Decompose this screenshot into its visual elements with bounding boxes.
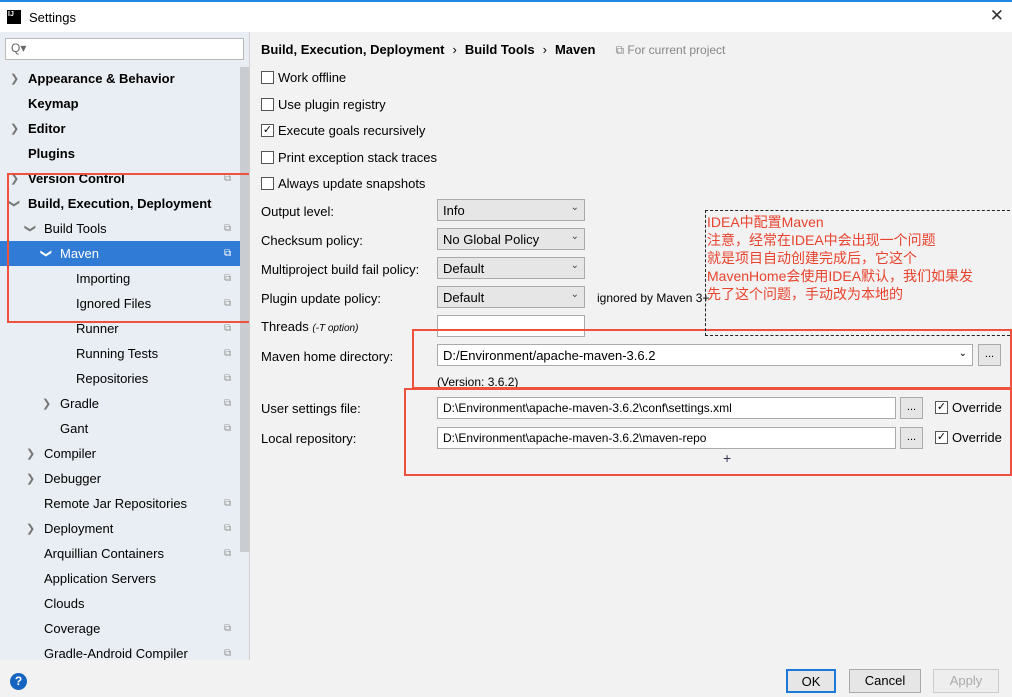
sidebar-item[interactable]: Arquillian Containers ⧉ [0, 541, 240, 566]
maven-home-label: Maven home directory: [261, 349, 394, 364]
project-scope-icon: ⧉ [224, 648, 232, 659]
sidebar-item-label: Arquillian Containers [44, 546, 164, 561]
chevron-down-icon: ⌄ [570, 231, 579, 242]
chevron-right-icon[interactable]: ❯ [26, 447, 35, 460]
project-scope-icon: ⧉ [224, 423, 232, 434]
chevron-right-icon[interactable]: ❯ [42, 397, 51, 410]
policy-select[interactable]: Info ⌄ [437, 199, 585, 221]
search-input[interactable]: Q▾ [5, 38, 244, 60]
settings-sidebar: Q▾ ❯ Appearance & Behavior Keymap ❯ Editor Pl… [0, 32, 250, 660]
select-label: Checksum policy: [261, 233, 363, 248]
project-scope-icon: ⧉ [224, 348, 232, 359]
sidebar-item[interactable]: Repositories ⧉ [0, 366, 240, 391]
cancel-button[interactable]: Cancel [849, 669, 921, 693]
sidebar-item-label: Coverage [44, 621, 101, 636]
highlight-box-settings [404, 388, 1012, 476]
policy-select[interactable]: No Global Policy ⌄ [437, 228, 585, 250]
sidebar-item[interactable]: Remote Jar Repositories ⧉ [0, 491, 240, 516]
select-label: Multiproject build fail policy: [261, 262, 420, 277]
threads-label: Threads (-T option) [261, 319, 359, 334]
window-title: Settings [29, 9, 76, 25]
sidebar-item-label: Gant [60, 421, 89, 436]
sidebar-item-label: Appearance & Behavior [28, 71, 175, 86]
checkbox-icon [261, 150, 274, 164]
sidebar-item[interactable]: ❯ Gradle ⧉ [0, 391, 240, 416]
chevron-right-icon[interactable]: ❯ [26, 472, 35, 485]
checkbox-icon [261, 177, 274, 190]
highlight-box-sidebar [7, 173, 249, 323]
checkbox[interactable]: Use plugin registry [261, 97, 386, 112]
local-repo-label: Local repository: [261, 431, 357, 446]
sidebar-item-label: Compiler [44, 446, 97, 461]
maven-settings-panel: Build, Execution, Deployment › Build Tools… [251, 32, 1012, 660]
sidebar-item-label: Clouds [44, 596, 85, 611]
select-label: Plugin update policy: [261, 291, 381, 306]
sidebar-item[interactable]: Gradle-Android Compiler ⧉ [0, 641, 240, 660]
close-icon[interactable]: ✕ [990, 6, 1004, 26]
apply-button[interactable]: Apply [933, 669, 999, 693]
sidebar-item-label: Gradle [60, 396, 100, 411]
checkbox[interactable]: ✓ Execute goals recursively [261, 123, 425, 138]
breadcrumb-item[interactable]: Build, Execution, Deployment [261, 42, 444, 57]
checkbox-checked-icon: ✓ [261, 124, 274, 137]
breadcrumb: Build, Execution, Deployment › Build Tools… [261, 42, 726, 57]
chevron-down-icon: ⌄ [570, 289, 579, 300]
chevron-down-icon: ⌄ [570, 202, 579, 213]
sidebar-item[interactable]: Gant ⧉ [0, 416, 240, 441]
sidebar-item-label: Debugger [44, 471, 102, 486]
sidebar-item[interactable]: Clouds [0, 591, 240, 616]
sidebar-item-label: Keymap [28, 96, 79, 111]
project-scope-icon: ⧉ [224, 323, 232, 334]
sidebar-item[interactable]: Application Servers [0, 566, 240, 591]
chevron-down-icon: ⌄ [570, 260, 579, 271]
sidebar-item-label: Deployment [44, 521, 114, 536]
chevron-right-icon[interactable]: ❯ [10, 122, 19, 135]
sidebar-item-label: Gradle-Android Compiler [44, 646, 188, 660]
sidebar-item[interactable]: ❯ Debugger [0, 466, 240, 491]
checkbox[interactable]: Always update snapshots [261, 176, 425, 191]
project-scope-icon: ⧉ [224, 623, 232, 634]
sidebar-item[interactable]: ❯ Compiler [0, 441, 240, 466]
highlight-box-maven-home [412, 329, 1012, 389]
breadcrumb-item[interactable]: Build Tools [465, 42, 535, 57]
sidebar-item[interactable]: Running Tests ⧉ [0, 341, 240, 366]
dialog-footer: ? OK Cancel Apply [0, 660, 1012, 697]
user-settings-label: User settings file: [261, 401, 361, 416]
project-scope-icon: ⧉ [224, 498, 232, 509]
sidebar-item[interactable]: ❯ Appearance & Behavior [0, 66, 240, 91]
sidebar-item[interactable]: ❯ Deployment ⧉ [0, 516, 240, 541]
chevron-right-icon[interactable]: ❯ [10, 72, 19, 85]
scope-label: ⧉ For current project [615, 43, 726, 57]
annotation-note: IDEA中配置Maven 注意，经常在IDEA中会出现一个问题 就是项目自动创建完成… [705, 210, 1012, 336]
sidebar-item-label: Repositories [76, 371, 149, 386]
policy-select[interactable]: Default ⌄ [437, 257, 585, 279]
ok-button[interactable]: OK [786, 669, 836, 693]
sidebar-item-label: Running Tests [76, 346, 159, 361]
checkbox[interactable]: Work offline [261, 70, 346, 85]
intellij-logo-icon: IJ [7, 10, 21, 24]
sidebar-item-label: Editor [28, 121, 66, 136]
title-bar: IJ Settings ✕ [0, 2, 1012, 32]
project-scope-icon: ⧉ [224, 373, 232, 384]
help-icon[interactable]: ? [10, 673, 27, 690]
breadcrumb-item: Maven [554, 42, 596, 57]
sidebar-item[interactable]: ❯ Editor [0, 116, 240, 141]
checkbox-icon [261, 97, 274, 111]
sidebar-item-label: Application Servers [44, 571, 156, 586]
sidebar-item[interactable]: Keymap [0, 91, 240, 116]
project-scope-icon: ⧉ [224, 548, 232, 559]
project-scope-icon: ⧉ [224, 398, 232, 409]
project-scope-icon: ⧉ [224, 523, 232, 534]
sidebar-item-label: Remote Jar Repositories [44, 496, 188, 511]
checkbox-icon [261, 71, 274, 84]
sidebar-item-label: Plugins [28, 146, 75, 161]
select-label: Output level: [261, 204, 334, 219]
checkbox[interactable]: Print exception stack traces [261, 150, 437, 165]
sidebar-item[interactable]: Coverage ⧉ [0, 616, 240, 641]
chevron-right-icon[interactable]: ❯ [26, 522, 35, 535]
select-hint: ignored by Maven 3+ [597, 291, 710, 305]
policy-select[interactable]: Default ⌄ [437, 286, 585, 308]
sidebar-item[interactable]: Plugins [0, 141, 240, 166]
sidebar-item-label: Runner [76, 321, 119, 336]
